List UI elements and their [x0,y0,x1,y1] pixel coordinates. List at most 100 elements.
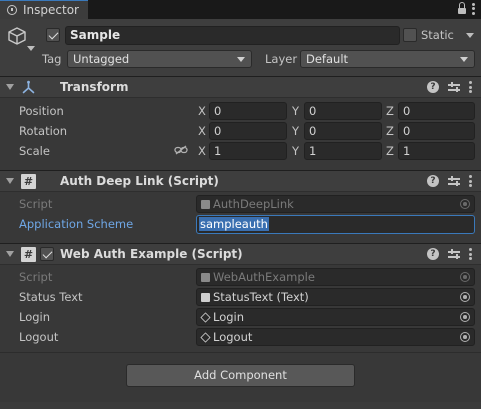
axis-x-label[interactable]: X [198,104,206,118]
position-y-field[interactable]: 0 [304,102,382,120]
axis-y-label[interactable]: Y [292,124,299,138]
tag-dropdown[interactable]: Untagged [67,50,252,68]
divider [0,352,481,353]
axis-x-label[interactable]: X [198,124,206,138]
transform-title: Transform [60,80,129,94]
gameobject-header: Sample Static Tag Untagged Layer Default [0,19,481,76]
object-picker-icon[interactable] [460,312,470,322]
object-picker-icon [460,199,470,209]
web-auth-example-title: Web Auth Example (Script) [60,247,243,261]
logout-field[interactable]: Logout [196,328,475,346]
script-file-icon [201,272,210,282]
rotation-label: Rotation [19,124,68,138]
static-checkbox[interactable] [403,28,417,42]
active-checkbox[interactable] [46,28,60,42]
tab-label: Inspector [23,3,79,17]
component-tools: ? [427,175,472,187]
tab-inspector[interactable]: Inspector [0,0,88,19]
gameobject-cube-icon [200,331,211,343]
tab-tools [458,2,475,15]
chevron-down-icon [460,57,468,62]
status-text-field[interactable]: StatusText (Text) [196,288,475,306]
help-icon[interactable]: ? [427,248,439,260]
position-x-field[interactable]: 0 [209,102,287,120]
application-scheme-label: Application Scheme [19,217,134,231]
axis-z-label[interactable]: Z [386,124,394,138]
layer-dropdown[interactable]: Default [300,50,475,68]
object-picker-icon[interactable] [460,292,470,302]
rotation-z-field[interactable]: 0 [398,122,475,140]
layer-label: Layer [265,52,298,66]
more-menu-icon[interactable] [469,175,472,187]
transform-axes-icon [22,80,35,94]
script-file-icon [201,199,210,209]
lock-icon[interactable] [458,2,466,15]
gameobject-cube-icon [200,311,211,323]
tag-label: Tag [42,52,62,66]
web-auth-example-header[interactable]: # Web Auth Example (Script) ? [0,243,481,265]
logout-label: Logout [19,330,59,344]
axis-z-label[interactable]: Z [386,144,394,158]
axis-x-label[interactable]: X [198,144,206,158]
component-tools: ? [427,81,472,93]
presets-icon[interactable] [448,175,460,187]
login-field[interactable]: Login [196,308,475,326]
axis-z-label[interactable]: Z [386,104,394,118]
login-label: Login [19,310,51,324]
application-scheme-input[interactable]: sampleauth [196,215,475,234]
chevron-down-icon [237,57,245,62]
application-scheme-value: sampleauth [199,217,269,231]
logout-value: Logout [213,330,253,344]
more-menu-icon[interactable] [469,248,472,260]
script-icon: # [21,247,36,262]
script-label: Script [19,197,53,211]
scale-label: Scale [19,144,50,158]
presets-icon[interactable] [448,81,460,93]
script-label: Script [19,270,53,284]
component-tools: ? [427,248,472,260]
script-field: WebAuthExample [196,268,475,286]
more-menu-icon[interactable] [469,81,472,93]
layer-value: Default [306,52,349,66]
help-icon[interactable]: ? [427,175,439,187]
rotation-y-field[interactable]: 0 [304,122,382,140]
script-field: AuthDeepLink [196,195,475,213]
foldout-arrow-icon[interactable] [6,84,14,90]
axis-y-label[interactable]: Y [292,144,299,158]
object-picker-icon[interactable] [460,332,470,342]
auth-deep-link-header[interactable]: # Auth Deep Link (Script) ? [0,170,481,192]
status-text-value: StatusText (Text) [213,290,309,304]
text-component-icon [201,292,210,302]
help-icon[interactable]: ? [427,81,439,93]
script-value: AuthDeepLink [213,197,294,211]
static-label: Static [421,28,454,42]
transform-header[interactable]: Transform ? [0,76,481,98]
static-dropdown-arrow[interactable] [466,33,474,38]
object-name-field[interactable]: Sample [65,26,400,45]
icon-dropdown-arrow[interactable] [27,46,35,51]
status-text-label: Status Text [19,290,83,304]
more-menu-icon[interactable] [472,2,475,15]
position-z-field[interactable]: 0 [398,102,475,120]
auth-deep-link-title: Auth Deep Link (Script) [60,174,219,188]
login-value: Login [213,310,245,324]
scale-x-field[interactable]: 1 [209,142,287,160]
object-picker-icon [460,272,470,282]
info-icon [7,5,17,15]
position-label: Position [19,104,64,118]
gameobject-cube-icon[interactable] [7,26,27,46]
presets-icon[interactable] [448,248,460,260]
add-component-button[interactable]: Add Component [126,364,355,387]
constrain-proportions-link-icon[interactable] [174,145,188,155]
axis-y-label[interactable]: Y [292,104,299,118]
script-value: WebAuthExample [213,270,315,284]
rotation-x-field[interactable]: 0 [209,122,287,140]
component-enabled-checkbox[interactable] [40,247,54,261]
foldout-arrow-icon[interactable] [6,251,14,257]
scale-z-field[interactable]: 1 [398,142,475,160]
foldout-arrow-icon[interactable] [6,178,14,184]
scale-y-field[interactable]: 1 [304,142,382,160]
tag-value: Untagged [73,52,130,66]
bottom-strip [0,402,481,409]
tab-bar: Inspector [0,0,481,19]
